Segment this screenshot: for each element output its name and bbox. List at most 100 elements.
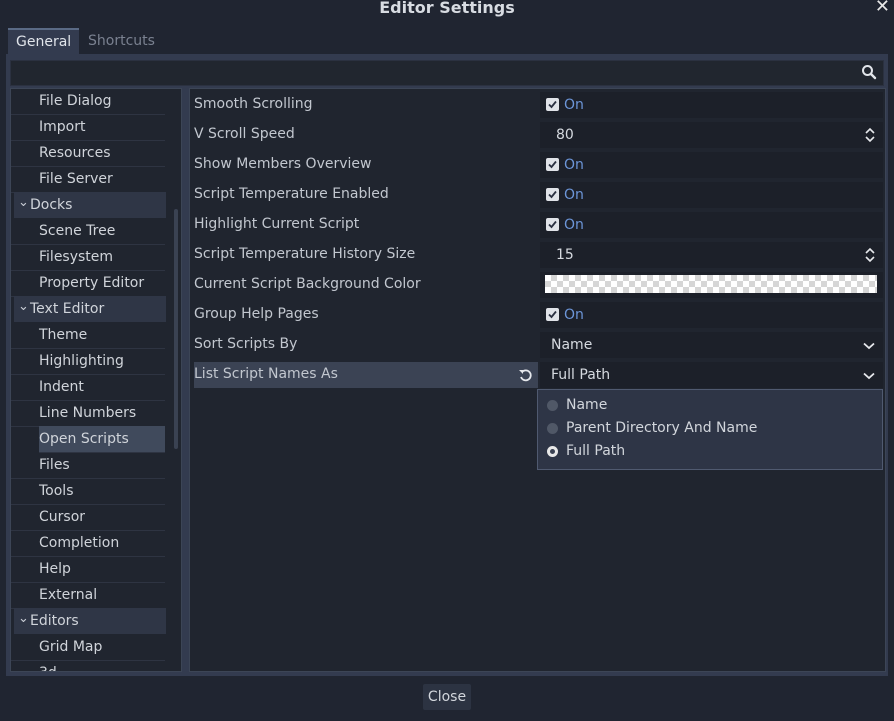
tree-item-resources[interactable]: Resources xyxy=(11,140,165,167)
tree-category-docks[interactable]: ⌄Docks xyxy=(14,192,166,218)
property-value-bool[interactable]: On xyxy=(540,302,883,328)
tree-item-files[interactable]: Files xyxy=(11,452,165,479)
spinner-arrows-icon[interactable] xyxy=(865,127,875,143)
tree-item-label: Scene Tree xyxy=(39,223,116,239)
color-swatch[interactable] xyxy=(545,275,877,293)
property-label: Sort Scripts By xyxy=(194,336,298,352)
tree-category-label: Text Editor xyxy=(30,301,105,317)
property-row-script-temperature-enabled: Script Temperature Enabled On xyxy=(193,180,883,208)
property-value-color[interactable] xyxy=(540,272,883,298)
dropdown-option-label: Name xyxy=(566,397,608,413)
tree-item-cursor[interactable]: Cursor xyxy=(11,504,165,531)
property-list: Smooth Scrolling On V Scroll Speed 80 Show M… xyxy=(189,88,886,672)
tree-item-file-server[interactable]: File Server xyxy=(11,166,165,193)
checkbox-checked-icon[interactable] xyxy=(546,188,559,201)
tree-item-import[interactable]: Import xyxy=(11,114,165,141)
tree-item-external[interactable]: External xyxy=(11,582,165,609)
radio-unselected-icon xyxy=(547,423,558,434)
checkbox-checked-icon[interactable] xyxy=(546,158,559,171)
tree-item-label: Line Numbers xyxy=(39,405,137,421)
checkbox-checked-icon[interactable] xyxy=(546,308,559,321)
property-row-script-temperature-history-size: Script Temperature History Size 15 xyxy=(193,240,883,268)
tree-item-label: Files xyxy=(39,457,70,473)
chevron-down-icon[interactable]: ⌄ xyxy=(18,606,30,632)
property-value-bool[interactable]: On xyxy=(540,182,883,208)
property-label: Script Temperature Enabled xyxy=(194,186,389,202)
property-row-v-scroll-speed: V Scroll Speed 80 xyxy=(193,120,883,148)
property-row-group-help-pages: Group Help Pages On xyxy=(193,300,883,328)
tree-item-label: Highlighting xyxy=(39,353,124,369)
tree-item-open-scripts[interactable]: Open Scripts xyxy=(39,426,165,453)
tree-item-label: External xyxy=(39,587,98,603)
property-label: Script Temperature History Size xyxy=(194,246,416,262)
tree-item-indent[interactable]: Indent xyxy=(11,374,165,401)
radio-unselected-icon xyxy=(547,400,558,411)
tab-general[interactable]: General xyxy=(8,28,80,56)
tree-item-file-dialog[interactable]: File Dialog xyxy=(11,89,165,115)
close-icon[interactable]: ✕ xyxy=(875,0,890,17)
tree-scrollbar[interactable] xyxy=(174,209,178,449)
tab-shortcuts[interactable]: Shortcuts xyxy=(80,28,163,54)
chevron-down-icon[interactable]: ⌄ xyxy=(18,190,30,216)
dropdown-option-label: Parent Directory And Name xyxy=(566,420,758,436)
number-value: 80 xyxy=(556,127,574,143)
tree-item-3d[interactable]: 3d xyxy=(11,660,165,671)
property-value-bool[interactable]: On xyxy=(540,152,883,178)
property-label: V Scroll Speed xyxy=(194,126,295,142)
checkbox-checked-icon[interactable] xyxy=(546,98,559,111)
number-value: 15 xyxy=(556,247,574,263)
chevron-down-icon[interactable] xyxy=(863,372,875,380)
property-row-list-script-names-as: List Script Names As Full Path xyxy=(193,360,883,388)
checkbox-label: On xyxy=(564,307,584,323)
property-row-smooth-scrolling: Smooth Scrolling On xyxy=(193,90,883,118)
search-input[interactable] xyxy=(10,60,884,86)
property-value-bool[interactable]: On xyxy=(540,92,883,118)
dropdown-option-parent-directory-and-name[interactable]: Parent Directory And Name xyxy=(538,417,878,440)
spinner-arrows-icon[interactable] xyxy=(865,247,875,263)
tree-item-property-editor[interactable]: Property Editor xyxy=(11,270,165,297)
tree-item-label: Theme xyxy=(39,327,88,343)
property-value-number[interactable]: 15 xyxy=(540,242,883,268)
tree-item-label: Open Scripts xyxy=(39,431,129,447)
tree-item-scene-tree[interactable]: Scene Tree xyxy=(11,218,165,245)
dropdown-option-full-path[interactable]: Full Path xyxy=(538,440,878,463)
checkbox-label: On xyxy=(564,187,584,203)
tree-category-label: Editors xyxy=(30,613,79,629)
tree-item-label: 3d xyxy=(39,665,57,671)
search-icon xyxy=(862,65,877,80)
property-row-show-members-overview: Show Members Overview On xyxy=(193,150,883,178)
property-value-enum[interactable]: Full Path xyxy=(540,362,883,388)
chevron-down-icon[interactable] xyxy=(863,342,875,350)
tree-item-filesystem[interactable]: Filesystem xyxy=(11,244,165,271)
tree-item-completion[interactable]: Completion xyxy=(11,530,165,557)
property-label: List Script Names As xyxy=(194,366,338,382)
section-tree[interactable]: File Dialog Import Resources File Server ⌄Do… xyxy=(10,88,182,672)
dropdown-option-name[interactable]: Name xyxy=(538,394,878,417)
tree-item-theme[interactable]: Theme xyxy=(11,322,165,349)
tree-item-label: Property Editor xyxy=(39,275,145,291)
dropdown-selected-value: Name xyxy=(551,337,593,353)
close-button[interactable]: Close xyxy=(423,684,471,710)
tree-item-highlighting[interactable]: Highlighting xyxy=(11,348,165,375)
property-value-number[interactable]: 80 xyxy=(540,122,883,148)
tree-item-label: Cursor xyxy=(39,509,86,525)
script-names-dropdown-popup[interactable]: Name Parent Directory And Name Full Path xyxy=(537,389,883,470)
checkbox-checked-icon[interactable] xyxy=(546,218,559,231)
tree-item-label: Import xyxy=(39,119,86,135)
dropdown-selected-value: Full Path xyxy=(551,367,611,383)
tree-item-line-numbers[interactable]: Line Numbers xyxy=(11,400,165,427)
tree-item-help[interactable]: Help xyxy=(11,556,165,583)
tree-item-label: Help xyxy=(39,561,71,577)
tree-item-label: Grid Map xyxy=(39,639,103,655)
tree-item-label: Indent xyxy=(39,379,84,395)
tree-category-text-editor[interactable]: ⌄Text Editor xyxy=(14,296,166,322)
property-label: Smooth Scrolling xyxy=(194,96,313,112)
property-value-enum[interactable]: Name xyxy=(540,332,883,358)
checkbox-label: On xyxy=(564,217,584,233)
revert-icon[interactable] xyxy=(518,368,532,382)
tree-item-tools[interactable]: Tools xyxy=(11,478,165,505)
chevron-down-icon[interactable]: ⌄ xyxy=(18,294,30,320)
property-value-bool[interactable]: On xyxy=(540,212,883,238)
tree-item-grid-map[interactable]: Grid Map xyxy=(11,634,165,661)
tree-category-editors[interactable]: ⌄Editors xyxy=(14,608,166,634)
